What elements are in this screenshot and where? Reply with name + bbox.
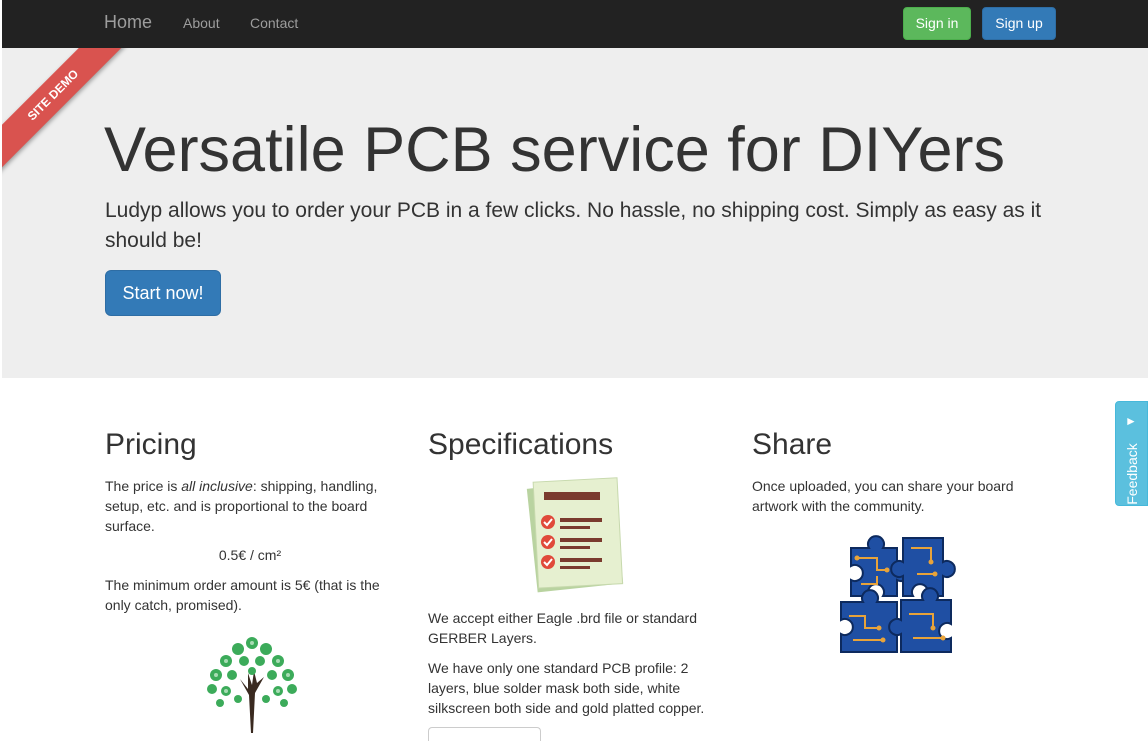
top-navbar	[2, 0, 1148, 48]
nav-about-link[interactable]: About	[183, 15, 220, 31]
pricing-column: Pricing The price is all inclusive: ship…	[105, 428, 395, 735]
start-now-button[interactable]: Start now!	[105, 270, 221, 316]
checklist-icon	[526, 477, 624, 593]
specifications-column: Specifications We accept either Eagle .b…	[428, 428, 718, 718]
file-format-text: We accept either Eagle .brd file or stan…	[428, 610, 698, 646]
feedback-tab[interactable]: ► Feedback	[1115, 401, 1148, 506]
minimum-order-text: The minimum order amount is 5€ (that is …	[105, 577, 380, 613]
price-value: 0.5€ / cm²	[218, 547, 282, 563]
share-heading: Share	[752, 428, 833, 461]
specifications-button[interactable]	[428, 727, 541, 741]
hero-text: Ludyp allows you to order your PCB in a …	[105, 199, 1042, 252]
feedback-label: Feedback	[1124, 443, 1140, 505]
share-column: Share Once uploaded, you can share your …	[752, 428, 1042, 660]
puzzle-pcb-icon	[840, 535, 956, 653]
signup-button[interactable]: Sign up	[982, 7, 1056, 40]
pricing-description: The price is all inclusive: shipping, ha…	[105, 478, 378, 534]
share-text: Once uploaded, you can share your board …	[752, 478, 1014, 514]
tree-icon	[207, 637, 297, 733]
signin-button[interactable]: Sign in	[903, 7, 971, 40]
pcb-profile-text: We have only one standard PCB profile: 2…	[428, 660, 705, 716]
specifications-heading: Specifications	[428, 428, 614, 461]
megaphone-icon: ►	[1125, 414, 1137, 428]
nav-contact-link[interactable]: Contact	[250, 15, 298, 31]
home-link[interactable]: Home	[104, 12, 152, 33]
pricing-heading: Pricing	[105, 428, 197, 461]
hero-title: Versatile PCB service for DIYers	[104, 115, 1006, 185]
